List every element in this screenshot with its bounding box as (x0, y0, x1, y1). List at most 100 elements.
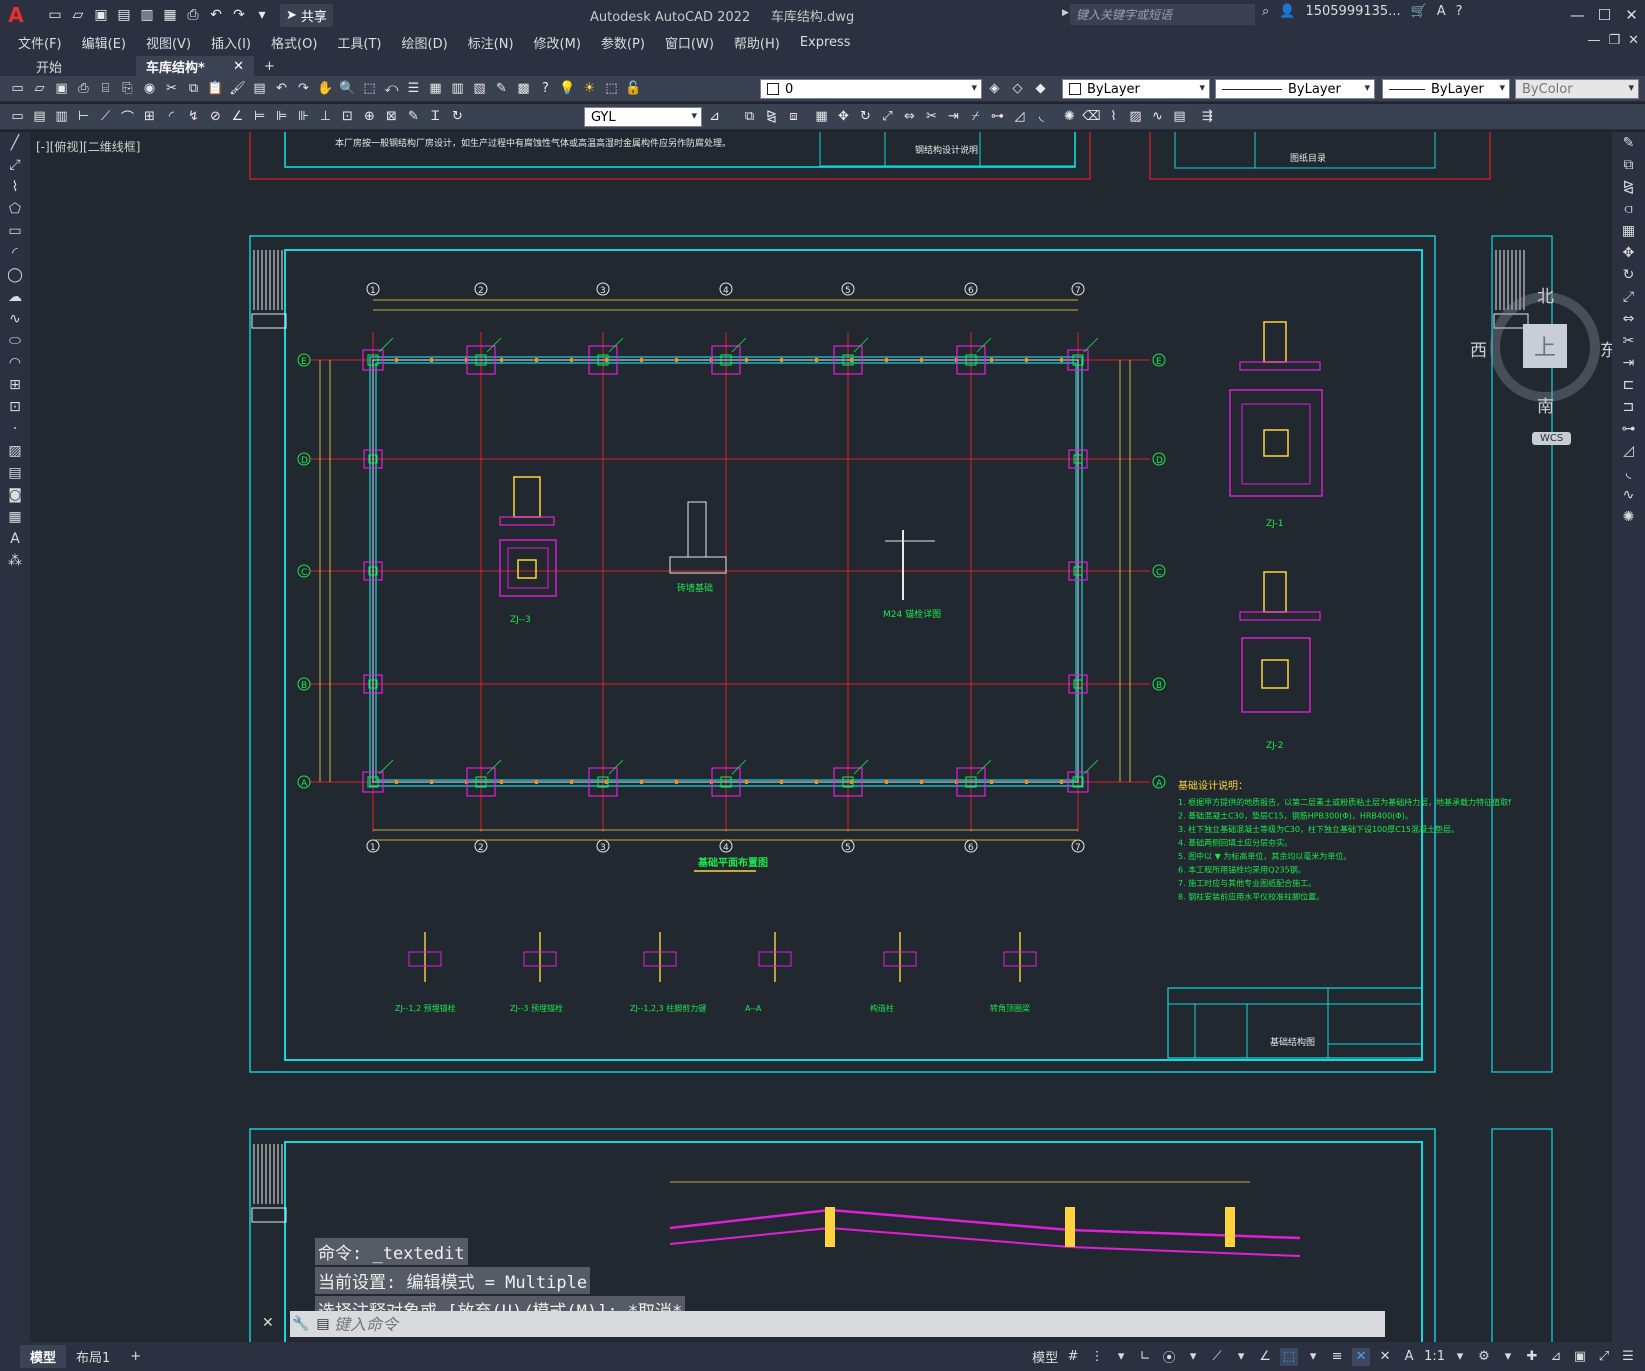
join-icon[interactable]: ⊶ (988, 107, 1007, 126)
lineweight-dropdown[interactable]: ByLayer ▾ (1382, 79, 1510, 99)
offset-icon[interactable]: ⧈ (784, 107, 803, 126)
osnap-tracking-icon[interactable]: ∠ (1256, 1348, 1274, 1366)
compass-south[interactable]: 南 (1537, 392, 1554, 417)
viewcube-top-face[interactable]: 上 (1523, 324, 1567, 368)
close-icon[interactable]: ✕ (1618, 0, 1645, 30)
table-icon[interactable]: ▦ (0, 506, 30, 528)
design-center-icon[interactable]: ▦ (426, 79, 445, 98)
fillet-icon[interactable]: ◟ (1032, 107, 1051, 126)
dim-text-edit-icon[interactable]: Ꮖ (426, 107, 445, 126)
undo-icon[interactable]: ↶ (272, 79, 291, 98)
user-icon[interactable]: 👤 (1279, 4, 1295, 19)
stretch-icon[interactable]: ⇔ (1612, 308, 1645, 330)
model-space-button[interactable]: 模型 (1032, 1347, 1058, 1366)
3d-print-icon[interactable]: ◉ (140, 79, 159, 98)
copy-icon[interactable]: ⧉ (184, 79, 203, 98)
join-icon[interactable]: ⊶ (1612, 418, 1645, 440)
tolerance-icon[interactable]: ⊡ (338, 107, 357, 126)
menu-view[interactable]: 视图(V) (146, 33, 205, 52)
extend-icon[interactable]: ⇥ (1612, 352, 1645, 374)
extend-icon[interactable]: ⇥ (944, 107, 963, 126)
doc-close-icon[interactable]: ✕ (1628, 33, 1639, 48)
layer-states-icon[interactable]: ◆ (1031, 79, 1050, 98)
annotation-scale-icon[interactable]: A (1400, 1348, 1418, 1366)
move-icon[interactable]: ✥ (834, 107, 853, 126)
drawing-canvas[interactable]: [-][俯视][二维线框] 本厂房按一般钢结构厂房设计，如生产过程中有腐蚀性气体… (30, 132, 1612, 1342)
save-icon[interactable]: ▣ (52, 79, 71, 98)
markup-icon[interactable]: ✎ (492, 79, 511, 98)
dim-ordinate-icon[interactable]: ⊞ (140, 107, 159, 126)
linetype-dropdown[interactable]: ByLayer ▾ (1215, 79, 1375, 99)
autocad-logo-icon[interactable]: A (0, 0, 32, 30)
chamfer-icon[interactable]: ◿ (1612, 440, 1645, 462)
polar-icon[interactable]: ⦿ (1160, 1348, 1178, 1366)
line-icon[interactable]: ╱ (0, 132, 30, 154)
spline-icon[interactable]: ∿ (0, 308, 30, 330)
doc-restore-icon[interactable]: ❐ (1608, 33, 1620, 48)
doc-minimize-icon[interactable]: — (1587, 33, 1600, 48)
menu-file[interactable]: 文件(F) (18, 33, 76, 52)
new-tab-button[interactable]: + (254, 56, 284, 76)
undo-icon[interactable]: ↶ (207, 6, 225, 24)
break-icon[interactable]: ⌿ (966, 107, 985, 126)
paste-icon[interactable]: 📋 (206, 79, 225, 98)
stretch-icon[interactable]: ⇔ (900, 107, 919, 126)
fullscreen-icon[interactable]: ⤢ (1595, 1348, 1613, 1366)
chamfer-icon[interactable]: ◿ (1010, 107, 1029, 126)
plus-icon[interactable]: ✚ (1523, 1348, 1541, 1366)
add-selected-icon[interactable]: ⁂ (0, 550, 30, 572)
mirror-icon[interactable]: ⧎ (1612, 176, 1645, 198)
lineweight-icon[interactable]: ≡ (1328, 1348, 1346, 1366)
polyline-icon[interactable]: ⌇ (0, 176, 30, 198)
publish-icon[interactable]: ⎘ (118, 79, 137, 98)
copy-icon[interactable]: ⧉ (1612, 154, 1645, 176)
scale-icon[interactable]: ⤢ (1612, 286, 1645, 308)
dim-jogged-icon[interactable]: ↯ (184, 107, 203, 126)
chevron-down-icon[interactable]: ▾ (1232, 1348, 1250, 1366)
sheet-set-icon[interactable]: ▧ (470, 79, 489, 98)
menu-tools[interactable]: 工具(T) (337, 33, 395, 52)
tool-palettes-icon[interactable]: ▥ (448, 79, 467, 98)
search-input[interactable]: 键入关键字或短语 (1070, 4, 1255, 25)
trim-icon[interactable]: ✂ (1612, 330, 1645, 352)
text-style-dropdown[interactable]: GYL ▾ (584, 107, 702, 127)
chevron-down-icon[interactable]: ▾ (1304, 1348, 1322, 1366)
construction-line-icon[interactable]: ⤢ (0, 154, 30, 176)
tab-model[interactable]: 模型 (20, 1345, 67, 1368)
layer-vp-icon[interactable]: ⬚ (602, 79, 621, 98)
compass-north[interactable]: 北 (1537, 282, 1554, 307)
redo-icon[interactable]: ↷ (294, 79, 313, 98)
gradient-icon[interactable]: ▤ (0, 462, 30, 484)
add-layout-button[interactable]: + (120, 1347, 151, 1366)
redo-icon[interactable]: ↷ (230, 6, 248, 24)
menu-modify[interactable]: 修改(M) (534, 33, 595, 52)
match-properties-icon[interactable]: 🖌 (228, 79, 247, 98)
tab-start[interactable]: 开始 (26, 56, 136, 76)
block-editor-icon[interactable]: ▤ (250, 79, 269, 98)
calculator-icon[interactable]: ▩ (514, 79, 533, 98)
rectangle-icon[interactable]: ▭ (0, 220, 30, 242)
erase-icon[interactable]: ✎ (1612, 132, 1645, 154)
mirror-icon[interactable]: ⧎ (762, 107, 781, 126)
menu-parametric[interactable]: 参数(P) (601, 33, 659, 52)
save-web-icon[interactable]: ▦ (161, 6, 179, 24)
tab-layout1[interactable]: 布局1 (66, 1345, 120, 1368)
wcs-menu[interactable]: WCS (1532, 432, 1572, 445)
dim-radius-icon[interactable]: ◜ (162, 107, 181, 126)
viewcube[interactable]: 上 北 南 东 西 WCS (1470, 272, 1612, 445)
zoom-realtime-icon[interactable]: 🔍 (338, 79, 357, 98)
erase-icon[interactable]: ⌫ (1082, 107, 1101, 126)
open-file-icon[interactable]: ▱ (69, 6, 87, 24)
dim-edit-icon[interactable]: ✎ (404, 107, 423, 126)
open-web-icon[interactable]: ▥ (138, 6, 156, 24)
insert-block-icon[interactable]: ⊞ (0, 374, 30, 396)
layer-previous-icon[interactable]: ◇ (1008, 79, 1027, 98)
annotation-scale-value[interactable]: 1:1 (1424, 1349, 1445, 1364)
ellipse-icon[interactable]: ⬭ (0, 330, 30, 352)
menu-dimension[interactable]: 标注(N) (468, 33, 528, 52)
explode-icon[interactable]: ✺ (1612, 506, 1645, 528)
units-icon[interactable]: ⊿ (1547, 1348, 1565, 1366)
dim-arc-icon[interactable]: ⌒ (118, 107, 137, 126)
plot-icon[interactable]: ⎙ (184, 6, 202, 24)
explode-icon[interactable]: ✺ (1060, 107, 1079, 126)
